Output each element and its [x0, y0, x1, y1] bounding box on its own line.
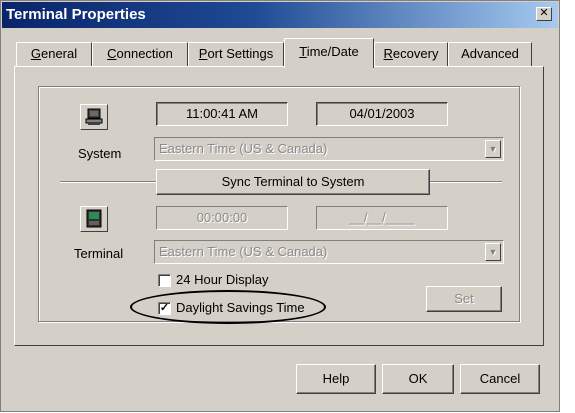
computer-icon: [85, 108, 103, 125]
chevron-down-icon: ▼: [488, 247, 498, 257]
help-button[interactable]: Help: [296, 364, 376, 394]
ok-button[interactable]: OK: [382, 364, 454, 394]
terminal-timezone-select[interactable]: Eastern Time (US & Canada) ▼: [154, 240, 504, 264]
terminal-timezone-value: Eastern Time (US & Canada): [159, 244, 328, 259]
hour24-checkbox[interactable]: [158, 274, 171, 287]
terminal-timezone-dropdown-arrow[interactable]: ▼: [485, 243, 501, 261]
terminal-label: Terminal: [74, 246, 124, 261]
sync-terminal-button[interactable]: Sync Terminal to System: [156, 169, 430, 195]
system-label: System: [78, 146, 122, 161]
terminal-date-field[interactable]: __/__/____: [316, 206, 448, 230]
system-timezone-select[interactable]: Eastern Time (US & Canada) ▼: [154, 137, 504, 161]
set-button[interactable]: Set: [426, 286, 502, 312]
divider-right: [430, 181, 502, 183]
system-time-field: 11:00:41 AM: [156, 102, 288, 126]
terminal-icon-button[interactable]: [80, 206, 108, 232]
terminal-time-field[interactable]: 00:00:00: [156, 206, 288, 230]
system-icon-button[interactable]: [80, 104, 108, 130]
divider-left: [60, 181, 156, 183]
system-date-field[interactable]: 04/01/2003: [316, 102, 448, 126]
terminal-icon: [86, 209, 102, 228]
chevron-down-icon: ▼: [488, 144, 498, 154]
highlight-ellipse: [130, 290, 326, 324]
hour24-label: 24 Hour Display: [176, 272, 269, 287]
system-timezone-dropdown-arrow[interactable]: ▼: [485, 140, 501, 158]
system-timezone-value: Eastern Time (US & Canada): [159, 141, 328, 156]
cancel-button[interactable]: Cancel: [460, 364, 540, 394]
